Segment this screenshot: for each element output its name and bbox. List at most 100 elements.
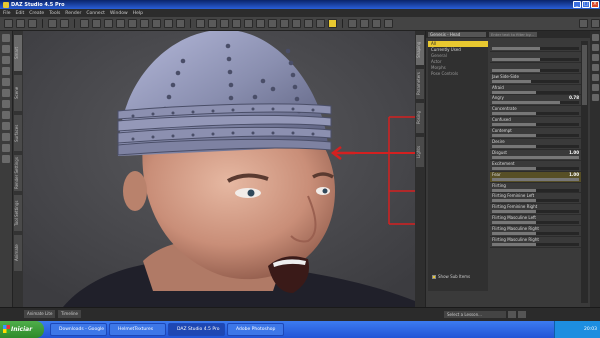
geometry-editor-icon[interactable] [164,19,173,28]
slider-track[interactable] [492,155,579,159]
surface-selection-icon[interactable] [152,19,161,28]
undo-icon[interactable] [48,19,57,28]
menu-create[interactable]: Create [29,11,44,16]
taskbar-item-helmettextures[interactable]: HelmetTextures [109,323,166,336]
slider-track[interactable] [492,68,579,72]
slider-track[interactable] [492,90,579,94]
collapse-icon[interactable] [591,84,599,91]
node-weight-icon[interactable] [140,19,149,28]
slider-value[interactable]: 1.00 [569,150,579,155]
render-small-icon[interactable] [2,155,10,163]
menu-file[interactable]: File [3,11,11,16]
photo-camera-icon[interactable] [348,19,357,28]
pin-icon[interactable] [2,144,10,152]
morph-slider[interactable]: Angry 0.78 [490,95,581,107]
layout-icon[interactable] [579,19,588,28]
menu-tools[interactable]: Tools [49,11,60,16]
morph-slider[interactable]: Fear 1.00 [490,171,581,183]
cut-icon[interactable] [2,67,10,75]
menu-connect[interactable]: Connect [86,11,105,16]
slider-track[interactable] [492,188,579,192]
move-tool-icon[interactable] [80,19,89,28]
disk-icon[interactable] [2,56,10,64]
tab-posing[interactable]: Posing [416,103,424,133]
presets-icon[interactable] [591,54,599,61]
tab-shaping[interactable]: Shaping [416,35,424,65]
slider-track[interactable] [492,123,579,127]
hand-icon[interactable] [2,89,10,97]
close-button[interactable]: × [591,1,599,8]
render-settings-icon[interactable] [292,19,301,28]
render-icon[interactable] [360,19,369,28]
group-icon[interactable] [244,19,253,28]
slider-track[interactable] [492,145,579,149]
frame-icon[interactable] [2,111,10,119]
node-filter-dropdown[interactable]: Genesis - Head [428,32,486,37]
region-icon[interactable] [256,19,265,28]
redo-icon[interactable] [60,19,69,28]
bone-icon[interactable] [268,19,277,28]
tips-icon[interactable] [591,64,599,71]
lock-icon[interactable] [328,19,337,28]
panel-menu-icon[interactable] [591,34,599,41]
scrollbar-thumb[interactable] [582,45,587,105]
tab-surfaces[interactable]: Surfaces [14,115,22,151]
monitor-icon[interactable] [372,19,381,28]
lesson-prev-button[interactable] [508,311,516,318]
open-icon[interactable] [16,19,25,28]
slider-track[interactable] [492,243,579,247]
fit-icon[interactable] [220,19,229,28]
morph-slider[interactable]: Flirting Feminine Left [490,193,581,205]
category-pose-controls[interactable]: Pose Controls [428,71,488,77]
menu-window[interactable]: Window [110,11,128,16]
tab-tool-settings[interactable]: Tool Settings [14,195,22,231]
menu-help[interactable]: Help [133,11,143,16]
slider-track[interactable] [492,221,579,225]
pose-icon[interactable] [196,19,205,28]
slider-value[interactable]: 0.78 [569,95,579,100]
taskbar-item-photoshop[interactable]: Adobe Photoshop [227,323,284,336]
zoom-icon[interactable] [2,100,10,108]
material-icon[interactable] [280,19,289,28]
morph-slider[interactable]: Contempt [490,128,581,140]
3d-viewport[interactable] [23,31,415,307]
morph-slider[interactable]: Desire [490,139,581,150]
morph-slider[interactable]: Flirting Masculine Right [490,226,581,238]
light-bulb-icon[interactable] [2,122,10,130]
lesson-select[interactable]: Select a Lesson... [444,311,506,318]
camera-icon[interactable] [316,19,325,28]
slider-track[interactable] [492,47,579,50]
transfer-icon[interactable] [208,19,217,28]
slider-track[interactable] [492,177,579,181]
tab-smart-content[interactable]: Smart [14,35,22,71]
tab-lights[interactable]: Lights [416,137,424,167]
figure-icon[interactable] [232,19,241,28]
save-icon[interactable] [28,19,37,28]
spot-render-icon[interactable] [176,19,185,28]
tab-animate[interactable]: Animate [14,235,22,271]
slider-track[interactable] [492,134,579,138]
taskbar-item-downloads[interactable]: Downloads - Google ... [50,323,107,336]
search-input[interactable]: Enter text to filter by... [489,32,537,37]
slider-track[interactable] [492,232,579,236]
slider-track[interactable] [492,57,579,61]
taskbar-item-daz-studio[interactable]: DAZ Studio 4.5 Pro [168,323,225,336]
lesson-next-button[interactable] [518,311,526,318]
slider-track[interactable] [492,210,579,214]
morph-slider[interactable] [490,63,581,74]
slider-track[interactable] [492,199,579,203]
morph-slider[interactable]: Jaw Side-Side [490,74,581,85]
slider-value[interactable]: 1.00 [569,172,579,177]
morph-slider[interactable]: Concentrate [490,106,581,118]
show-sub-items[interactable]: Show Sub Items [432,274,470,279]
tab-timeline[interactable]: Timeline [58,310,82,318]
morph-slider[interactable]: Afraid [490,85,581,96]
new-scene-icon[interactable] [4,19,13,28]
maximize-button[interactable]: □ [582,1,590,8]
content-icon[interactable] [591,44,599,51]
morph-slider[interactable]: Flirting Masculine Right [490,237,581,248]
universal-tool-icon[interactable] [116,19,125,28]
options-icon[interactable] [591,94,599,101]
morph-slider[interactable]: Excitement [490,161,581,172]
help-icon[interactable] [591,19,600,28]
